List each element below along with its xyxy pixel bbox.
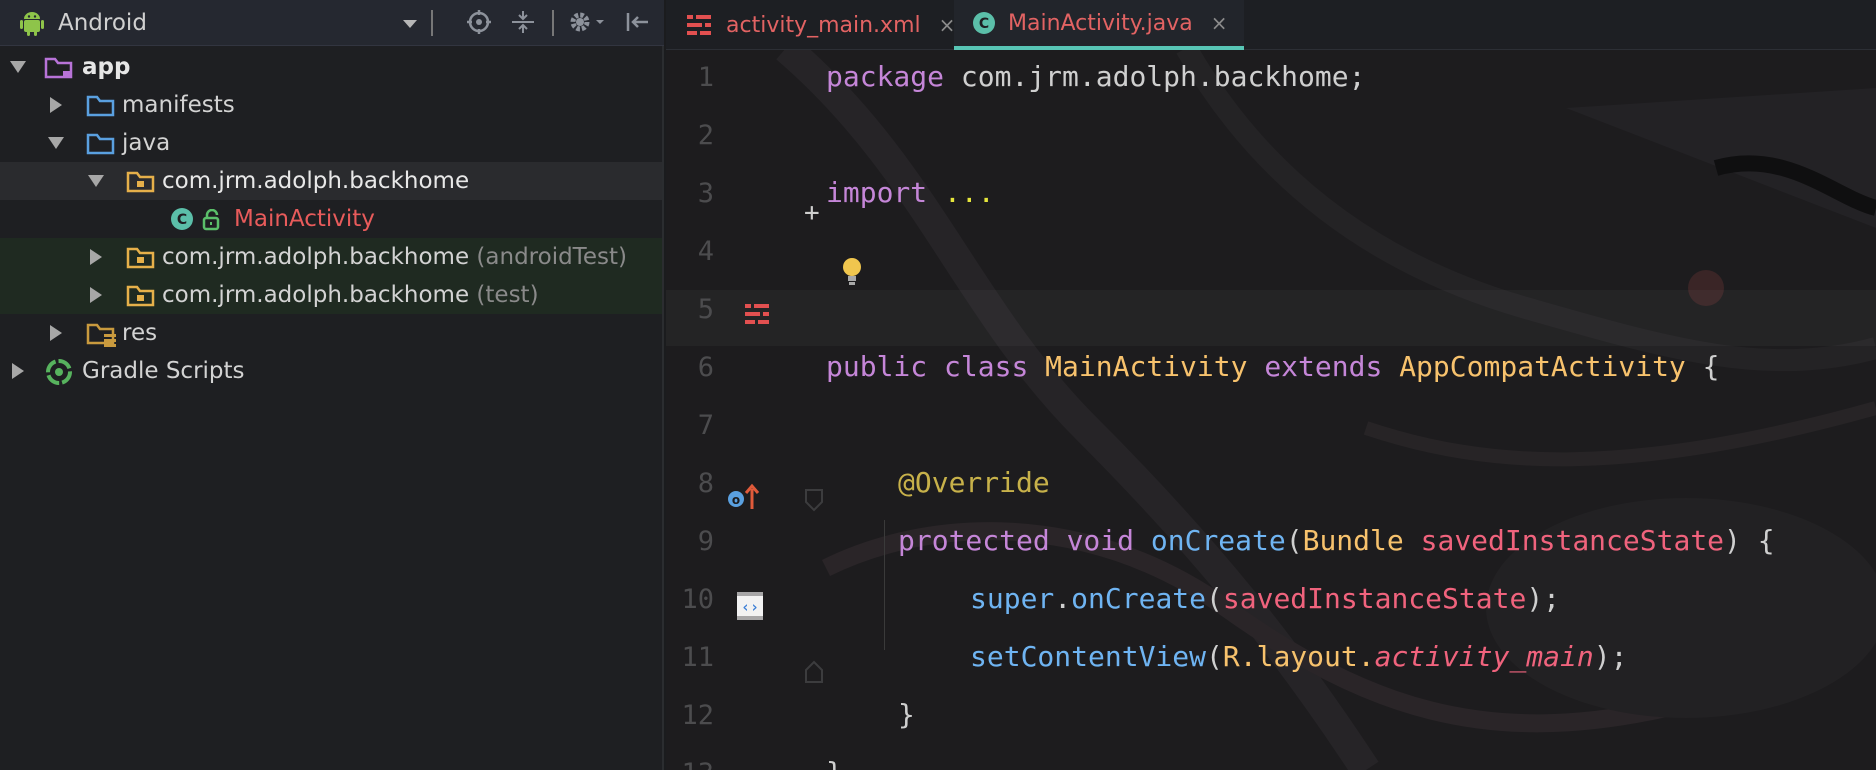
svg-text:‹›: ‹›: [741, 598, 759, 616]
tree-item-manifests[interactable]: manifests: [0, 86, 662, 124]
tree-item-mainactivity[interactable]: C MainActivity: [0, 200, 662, 238]
locate-icon[interactable]: [464, 9, 494, 39]
package-folder-icon: [126, 285, 155, 307]
folder-icon: [86, 95, 115, 117]
line-number: 5: [697, 294, 714, 325]
line-number: 11: [681, 642, 714, 673]
chevron-down-icon: [403, 20, 417, 28]
line-number: 9: [697, 526, 714, 557]
chevron-down-icon[interactable]: [88, 175, 104, 187]
code-area[interactable]: package com.jrm.adolph.backhome; import …: [826, 48, 1866, 770]
java-class-icon: C: [973, 12, 995, 34]
project-view-selector[interactable]: Android: [18, 0, 423, 46]
chevron-down-icon[interactable]: [48, 137, 64, 149]
line-number: 4: [697, 236, 714, 267]
svg-text:C: C: [979, 16, 989, 32]
code-line-8: @Override: [898, 466, 1050, 499]
line-number: 3: [697, 178, 714, 209]
tree-item-package[interactable]: com.jrm.adolph.backhome: [0, 162, 662, 200]
override-method-icon[interactable]: o: [726, 483, 760, 511]
project-tree: app manifests java com.jrm.adolph.backho…: [0, 48, 662, 390]
tree-item-package-androidtest[interactable]: com.jrm.adolph.backhome (androidTest): [0, 238, 662, 276]
tree-item-label: Gradle Scripts: [82, 358, 245, 384]
layout-resource-icon[interactable]: ‹›: [736, 591, 764, 621]
chevron-right-icon[interactable]: [50, 325, 62, 341]
tree-item-suffix: (androidTest): [476, 244, 627, 270]
package-folder-icon: [126, 171, 155, 193]
fold-end-icon: [805, 660, 823, 683]
line-number: 13: [666, 758, 714, 770]
code-line-9: protected void onCreate(Bundle savedInst…: [898, 524, 1775, 557]
line-number: 1: [697, 62, 714, 93]
tree-item-java[interactable]: java: [0, 124, 662, 162]
line-number: 10: [681, 584, 714, 615]
close-icon[interactable]: ×: [1211, 11, 1228, 35]
code-editor[interactable]: activity_main.xml × C MainActivity.java …: [666, 0, 1876, 770]
tab-activity-main-xml[interactable]: activity_main.xml ×: [686, 0, 955, 50]
close-icon[interactable]: ×: [939, 13, 956, 37]
chevron-right-icon[interactable]: [90, 287, 102, 303]
chevron-right-icon[interactable]: [90, 249, 102, 265]
project-view-label: Android: [58, 10, 147, 36]
tree-item-res[interactable]: res: [0, 314, 662, 352]
line-number: 6: [697, 352, 714, 383]
tree-item-label: res: [122, 320, 158, 346]
code-line-11: setContentView(R.layout.activity_main);: [970, 640, 1628, 673]
chevron-right-icon[interactable]: [12, 363, 24, 379]
hide-panel-icon[interactable]: [622, 9, 652, 39]
fold-expand-icon[interactable]: +: [804, 198, 820, 228]
related-layout-icon[interactable]: [744, 302, 770, 328]
svg-text:o: o: [732, 493, 740, 507]
tree-item-label: java: [122, 130, 171, 156]
code-line-13: }: [826, 756, 843, 770]
editor-tab-bar: activity_main.xml × C MainActivity.java …: [666, 0, 1876, 50]
tree-item-label: com.jrm.adolph.backhome (androidTest): [162, 244, 627, 270]
gradle-icon: [46, 359, 72, 385]
tree-item-suffix: (test): [476, 282, 539, 308]
project-panel-header: Android: [0, 0, 664, 46]
tree-item-label: com.jrm.adolph.backhome: [162, 168, 470, 194]
android-icon: [20, 12, 44, 36]
line-number: 8: [697, 468, 714, 499]
tree-item-label: app: [82, 54, 131, 80]
header-divider: [552, 10, 554, 36]
tab-label: MainActivity.java: [1008, 10, 1193, 36]
tab-mainactivity-java[interactable]: C MainActivity.java ×: [954, 0, 1244, 50]
code-line-6: public class MainActivity extends AppCom…: [826, 350, 1720, 383]
tree-item-app[interactable]: app: [0, 48, 662, 86]
package-folder-icon: [126, 247, 155, 269]
line-number: 7: [697, 410, 714, 441]
layout-xml-icon: [687, 15, 711, 35]
fold-collapse-icon[interactable]: [804, 488, 824, 512]
chevron-down-icon[interactable]: [10, 61, 26, 73]
code-line-10: super.onCreate(savedInstanceState);: [970, 582, 1561, 615]
editor-gutter: 1 2 3 4 5 6 7 8 9 10 11 12 13: [666, 48, 786, 770]
module-folder-icon: [44, 57, 73, 79]
collapse-all-icon[interactable]: [508, 9, 538, 39]
settings-gear-icon[interactable]: [566, 9, 610, 39]
header-divider: [431, 10, 433, 36]
tree-item-package-test[interactable]: com.jrm.adolph.backhome (test): [0, 276, 662, 314]
chevron-right-icon[interactable]: [50, 97, 62, 113]
code-line-1: package com.jrm.adolph.backhome;: [826, 60, 1366, 93]
tree-item-label: com.jrm.adolph.backhome (test): [162, 282, 539, 308]
tree-item-gradle-scripts[interactable]: Gradle Scripts: [0, 352, 662, 390]
tab-label: activity_main.xml: [726, 12, 921, 38]
resources-folder-icon: [86, 323, 116, 347]
code-line-12: }: [898, 698, 915, 731]
line-number: 12: [681, 700, 714, 731]
tree-item-label: MainActivity: [234, 206, 375, 232]
code-line-3: import ...: [826, 176, 995, 209]
project-panel: Android app manifests java com.jrm.adolp…: [0, 0, 664, 770]
tree-item-label: manifests: [122, 92, 235, 118]
unlocked-icon: [202, 209, 220, 231]
folder-icon: [86, 133, 115, 155]
line-number: 2: [697, 120, 714, 151]
svg-text:C: C: [177, 212, 187, 228]
java-class-icon: C: [171, 208, 193, 230]
